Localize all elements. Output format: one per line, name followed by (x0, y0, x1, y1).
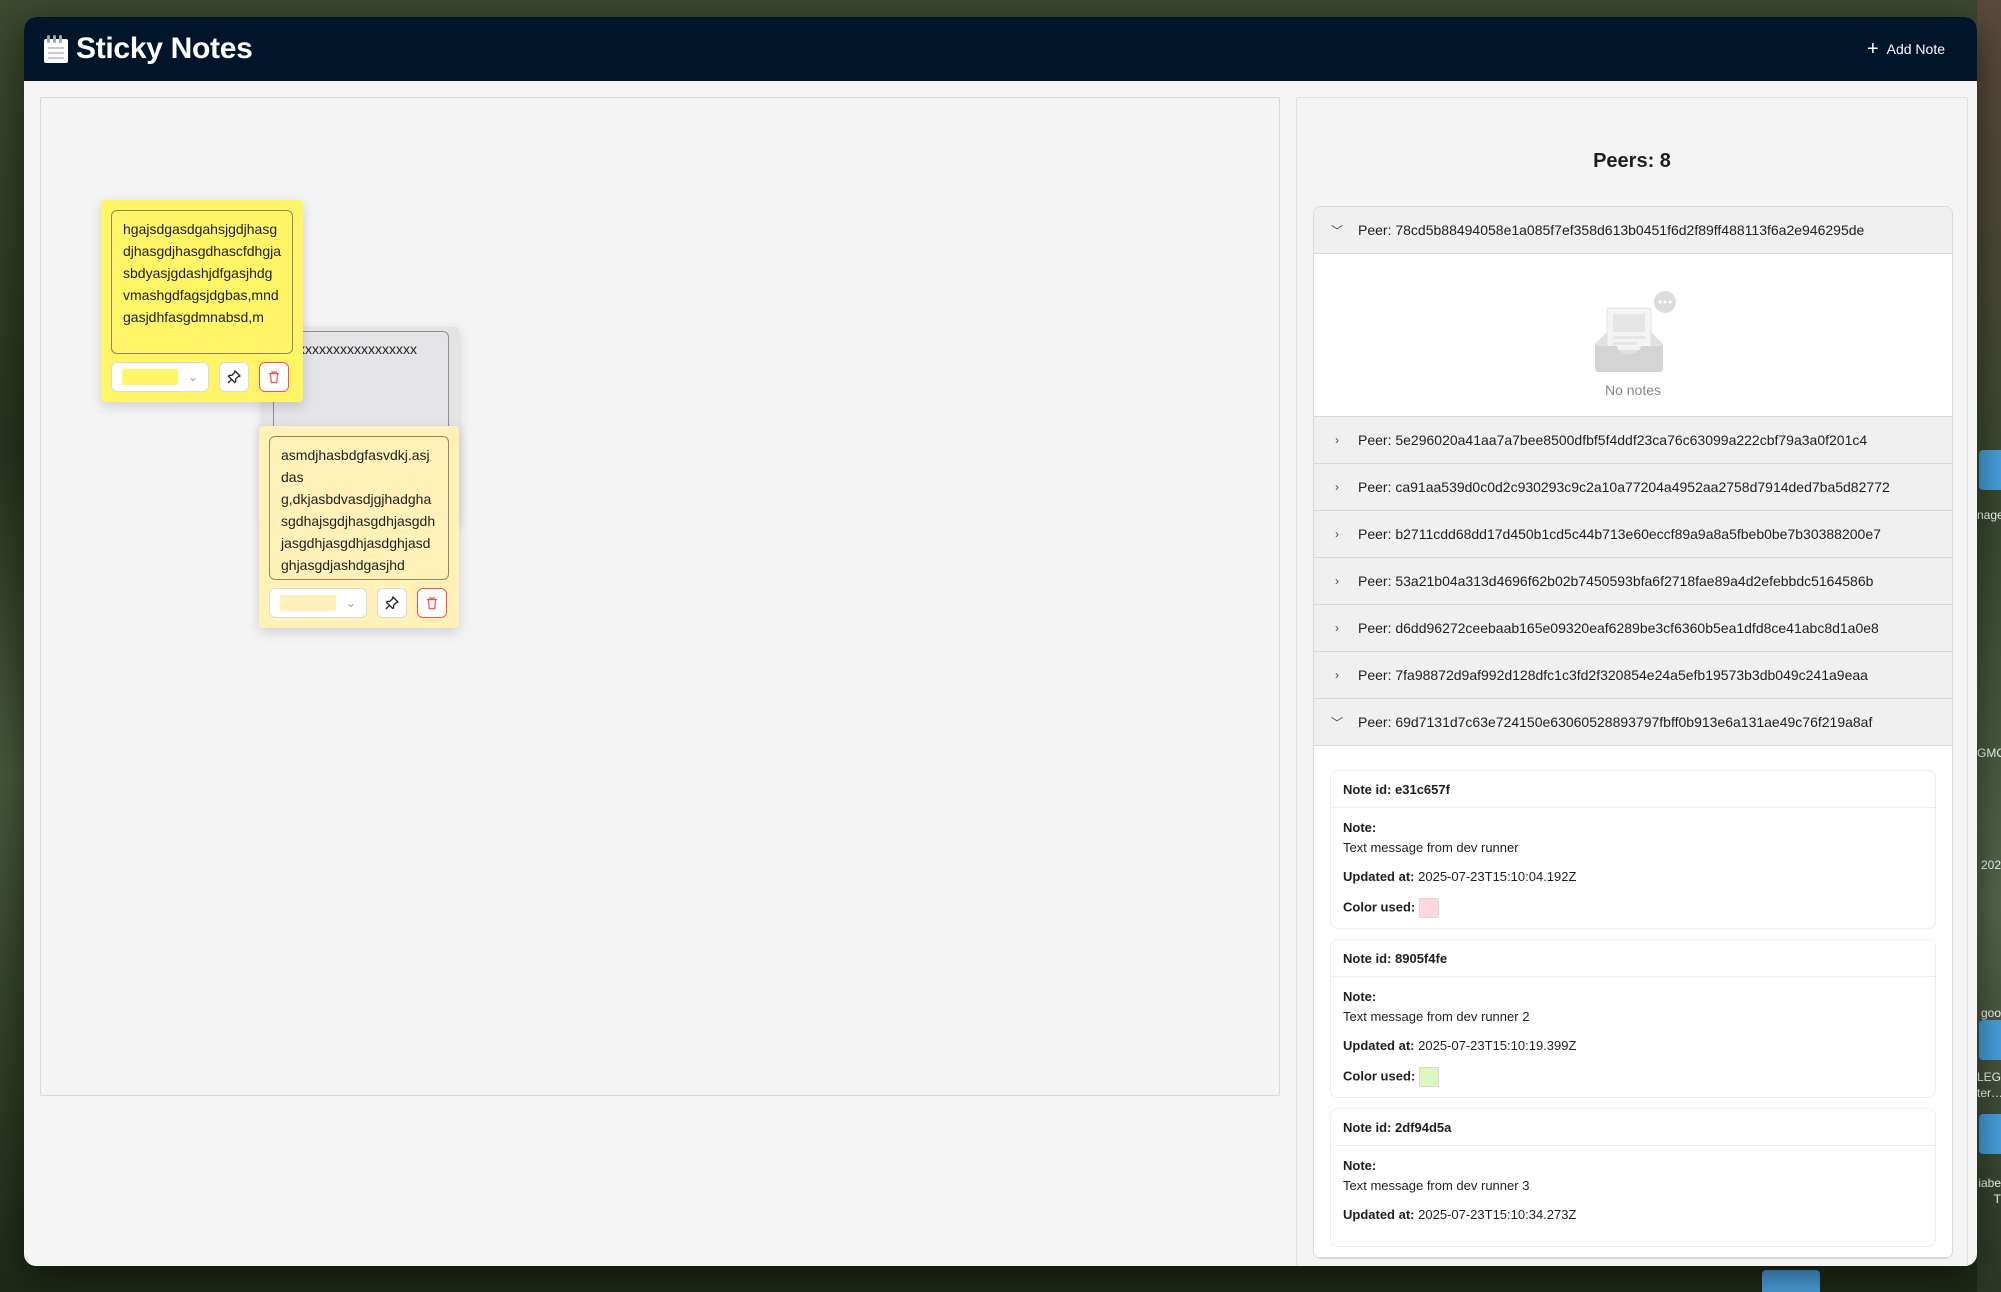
chevron-right-icon: › (1335, 527, 1339, 541)
peers-panel: Peers: 8 ﹀ Peer: 78cd5b88494058e1a085f7e… (1296, 97, 1968, 1266)
peer-label: Peer: d6dd96272ceebaab165e09320eaf6289be… (1358, 620, 1879, 636)
peer-header[interactable]: › Peer: 53a21b04a313d4696f62b02b7450593b… (1314, 558, 1952, 605)
trash-icon (427, 597, 437, 610)
peer-label: Peer: 5e296020a41aa7a7bee8500dfbf5f4ddf2… (1358, 432, 1868, 448)
color-used-swatch (1419, 1067, 1440, 1087)
pin-button[interactable] (377, 588, 407, 618)
pin-icon (227, 370, 241, 384)
color-used-label: Color used: (1343, 899, 1416, 915)
trash-icon (269, 371, 279, 384)
color-swatch (280, 595, 336, 611)
desktop-label: iabe (1978, 1176, 2001, 1190)
chevron-down-icon: ﹀ (1330, 223, 1343, 238)
sticky-note[interactable]: ⌄ (101, 200, 303, 402)
note-card: Note id: e31c657f Note: Text message from… (1330, 770, 1936, 929)
pin-icon (385, 596, 399, 610)
desktop-folder-icon[interactable] (1979, 1114, 2001, 1154)
note-id-value: e31c657f (1395, 781, 1450, 797)
chevron-down-icon: ⌄ (345, 596, 356, 610)
peer-label: Peer: 53a21b04a313d4696f62b02b7450593bfa… (1358, 573, 1874, 589)
app-window: Sticky Notes + Add Note ⌄ (24, 17, 1977, 1266)
add-note-button[interactable]: + Add Note (1866, 38, 1945, 60)
updated-value: 2025-07-23T15:10:34.273Z (1418, 1207, 1577, 1222)
peer-header[interactable]: ﹀ Peer: 78cd5b88494058e1a085f7ef358d613b… (1314, 207, 1952, 254)
peer-header[interactable]: › Peer: 7fa98872d9af992d128dfc1c3fd2f320… (1314, 652, 1952, 699)
note-label: Note: (1343, 1158, 1377, 1173)
peer-header[interactable]: › Peer: 5e296020a41aa7a7bee8500dfbf5f4dd… (1314, 417, 1952, 464)
app-title: Sticky Notes (76, 32, 253, 65)
note-textarea[interactable] (111, 210, 293, 354)
color-select[interactable]: ⌄ (111, 362, 209, 392)
note-text: Text message from dev runner (1343, 840, 1519, 855)
chevron-right-icon: › (1335, 668, 1339, 682)
note-id-label: Note id: (1343, 1119, 1392, 1135)
updated-label: Updated at: (1343, 1207, 1415, 1222)
note-card: Note id: 8905f4fe Note: Text message from… (1330, 939, 1936, 1098)
desktop-label: 202 (1980, 858, 2001, 872)
color-select[interactable]: ⌄ (269, 588, 367, 618)
chevron-right-icon: › (1335, 480, 1339, 494)
note-id-label: Note id: (1343, 950, 1392, 966)
peers-title: Peers: 8 (1593, 150, 1671, 172)
note-id-row: Note id: 8905f4fe (1331, 940, 1935, 977)
note-label: Note: (1343, 820, 1377, 835)
chevron-right-icon: › (1335, 433, 1339, 447)
desktop-label: goo (1980, 1006, 2001, 1020)
note-card: Note id: 2df94d5a Note: Text message from… (1330, 1108, 1936, 1247)
desktop-label: LEG (1977, 1070, 2001, 1084)
peer-header[interactable]: › Peer: ca91aa539d0c0d2c930293c9c2a10a77… (1314, 464, 1952, 511)
brand: Sticky Notes (42, 32, 253, 66)
note-text: Text message from dev runner 3 (1343, 1178, 1530, 1193)
note-text: Text message from dev runner 2 (1343, 1009, 1530, 1024)
peers-collapse: ﹀ Peer: 78cd5b88494058e1a085f7ef358d613b… (1313, 206, 1953, 1259)
note-id-row: Note id: 2df94d5a (1331, 1109, 1935, 1146)
chevron-down-icon: ⌄ (187, 370, 198, 384)
desktop-folder-icon[interactable] (1979, 1020, 2001, 1060)
peer-label: Peer: 78cd5b88494058e1a085f7ef358d613b04… (1358, 222, 1865, 238)
peer-header[interactable]: ﹀ Peer: 69d7131d7c63e724150e630605288937… (1314, 699, 1952, 746)
peer-label: Peer: ca91aa539d0c0d2c930293c9c2a10a7720… (1358, 479, 1890, 495)
chevron-down-icon: ﹀ (1330, 715, 1343, 730)
peer-label: Peer: 69d7131d7c63e724150e63060528893797… (1358, 714, 1873, 730)
chevron-right-icon: › (1335, 574, 1339, 588)
pin-button[interactable] (219, 362, 249, 392)
peer-label: Peer: b2711cdd68dd17d450b1cd5c44b713e60e… (1358, 526, 1881, 542)
note-id-value: 8905f4fe (1395, 950, 1448, 966)
empty-state: No notes (1314, 254, 1952, 416)
desktop-label: nage (1977, 508, 2001, 522)
peer-header[interactable]: › Peer: d6dd96272ceebaab165e09320eaf6289… (1314, 605, 1952, 652)
add-note-label: Add Note (1886, 41, 1945, 57)
chevron-right-icon: › (1335, 621, 1339, 635)
peer-content: Note id: e31c657f Note: Text message from… (1314, 746, 1952, 1258)
app-header: Sticky Notes + Add Note (24, 17, 1977, 81)
peer-content: No notes (1314, 254, 1952, 417)
updated-value: 2025-07-23T15:10:19.399Z (1418, 1038, 1577, 1053)
color-used-label: Color used: (1343, 1068, 1416, 1084)
color-used-swatch (1419, 898, 1440, 918)
note-textarea[interactable] (269, 436, 449, 580)
desktop-label: T (1993, 1192, 2001, 1206)
updated-label: Updated at: (1343, 1038, 1415, 1053)
peer-header[interactable]: › Peer: b2711cdd68dd17d450b1cd5c44b713e6… (1314, 511, 1952, 558)
note-id-value: 2df94d5a (1395, 1119, 1452, 1135)
desktop-folder-icon[interactable] (1979, 450, 2001, 490)
updated-value: 2025-07-23T15:10:04.192Z (1418, 869, 1577, 884)
delete-button[interactable] (259, 362, 289, 392)
note-id-row: Note id: e31c657f (1331, 771, 1935, 808)
note-label: Note: (1343, 989, 1377, 1004)
updated-label: Updated at: (1343, 869, 1415, 884)
note-id-label: Note id: (1343, 781, 1392, 797)
desktop-folder-icon[interactable] (1762, 1270, 1820, 1292)
desktop-label: ter… (1977, 1086, 2001, 1100)
desktop-label: GMO (1977, 746, 2001, 760)
empty-text: No notes (1604, 382, 1662, 398)
color-swatch (122, 369, 178, 385)
sticky-note[interactable]: ⌄ (259, 426, 459, 628)
peer-label: Peer: 7fa98872d9af992d128dfc1c3fd2f32085… (1358, 667, 1868, 683)
notes-board[interactable]: ⌄ ⌄ (40, 97, 1280, 1096)
delete-button[interactable] (417, 588, 447, 618)
notepad-icon (42, 35, 68, 63)
plus-icon: + (1866, 38, 1879, 60)
empty-inbox-icon (1595, 291, 1676, 372)
